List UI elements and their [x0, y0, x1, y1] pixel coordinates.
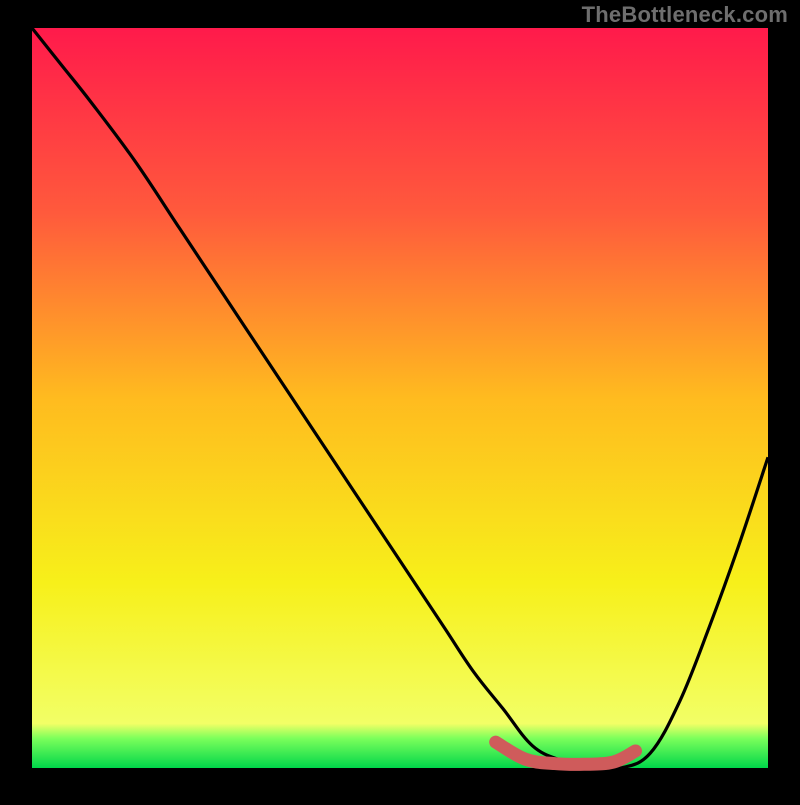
plot-background [32, 28, 768, 768]
watermark-label: TheBottleneck.com [582, 2, 788, 28]
chart-frame: TheBottleneck.com [0, 0, 800, 800]
chart-svg [0, 0, 800, 800]
